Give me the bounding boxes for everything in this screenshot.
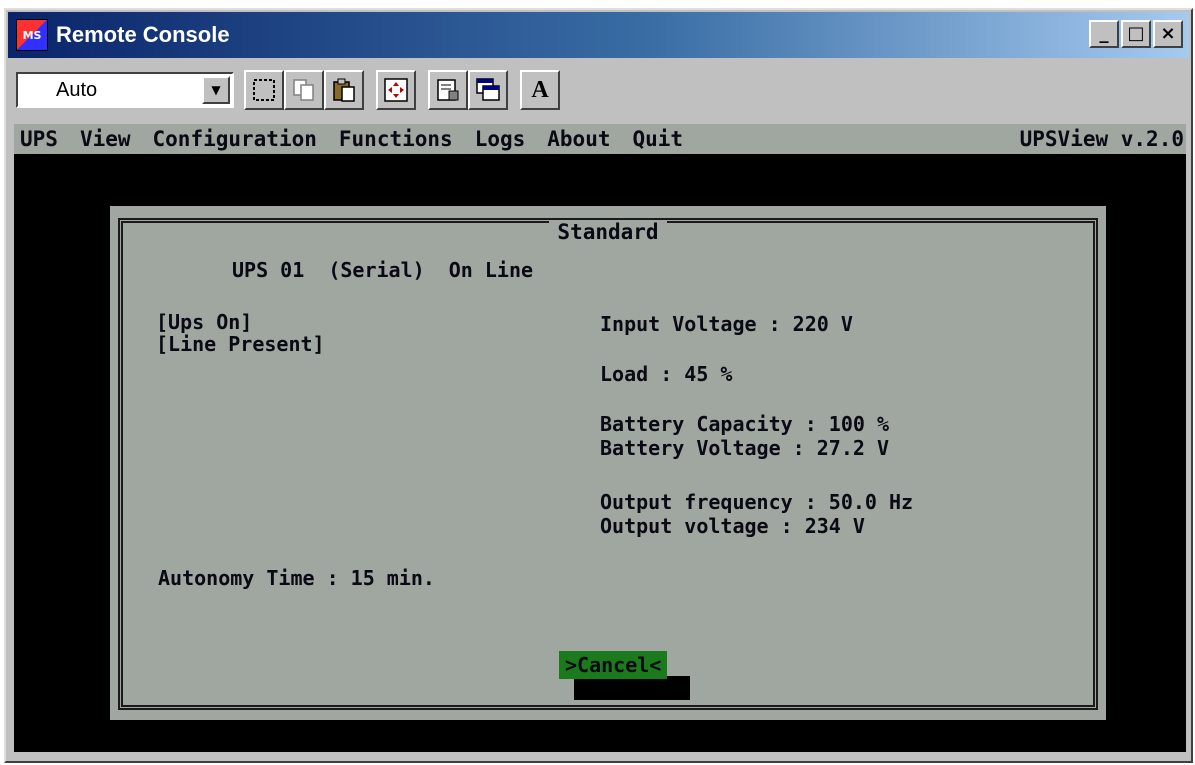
app-icon[interactable]: MS	[16, 19, 48, 51]
dialog-title: Standard	[123, 220, 1093, 244]
battery-voltage: Battery Voltage : 27.2 V	[600, 436, 889, 460]
remote-console-window: MS Remote Console _ □ × Auto ▼ A UPS Vie…	[4, 8, 1193, 763]
output-voltage: Output voltage : 234 V	[600, 514, 865, 538]
font-button-group: A	[520, 70, 560, 110]
minimize-button[interactable]: _	[1089, 20, 1119, 48]
menu-about[interactable]: About	[547, 127, 610, 151]
dialog-title-text: Standard	[549, 220, 667, 244]
window-controls: _ □ ×	[1089, 20, 1183, 48]
mark-icon	[253, 79, 275, 101]
font-icon: A	[531, 76, 549, 103]
console-screen[interactable]: UPS View Configuration Functions Logs Ab…	[14, 124, 1186, 752]
autonomy-time: Autonomy Time : 15 min.	[158, 566, 435, 590]
fullscreen-button[interactable]	[376, 70, 416, 110]
cancel-button[interactable]: >Cancel<	[559, 651, 668, 679]
background-button[interactable]	[468, 70, 508, 110]
font-button[interactable]: A	[520, 70, 560, 110]
view-button-group	[376, 70, 416, 110]
properties-button[interactable]	[428, 70, 468, 110]
dialog-frame: Standard	[118, 218, 1098, 710]
copy-button[interactable]	[284, 70, 324, 110]
load-value: Load : 45 %	[600, 362, 733, 386]
title-bar[interactable]: MS Remote Console _ □ ×	[8, 12, 1189, 58]
toolbar: Auto ▼ A	[8, 62, 1189, 118]
close-button[interactable]: ×	[1153, 20, 1183, 48]
paste-button[interactable]	[324, 70, 364, 110]
standard-dialog: Standard UPS 01 (Serial) On Line [Ups On…	[110, 206, 1106, 720]
paste-icon	[333, 78, 355, 102]
mode-select-value: Auto	[56, 78, 98, 101]
settings-button-group	[428, 70, 508, 110]
window-title: Remote Console	[56, 22, 230, 47]
menu-view[interactable]: View	[80, 127, 131, 151]
background-icon	[476, 78, 500, 101]
copy-icon	[293, 79, 314, 101]
fullscreen-icon	[384, 78, 408, 102]
menu-logs[interactable]: Logs	[475, 127, 526, 151]
status-line-present: [Line Present]	[156, 332, 325, 356]
menu-configuration[interactable]: Configuration	[153, 127, 317, 151]
version-label: UPSView v.2.0	[1019, 127, 1184, 151]
properties-icon	[437, 79, 459, 101]
menu-ups[interactable]: UPS	[20, 127, 58, 151]
status-ups-on: [Ups On]	[156, 310, 253, 334]
battery-capacity: Battery Capacity : 100 %	[600, 412, 889, 436]
maximize-button[interactable]: □	[1121, 20, 1151, 48]
output-frequency: Output frequency : 50.0 Hz	[600, 490, 914, 514]
edit-button-group	[244, 70, 364, 110]
dropdown-arrow-icon[interactable]: ▼	[202, 76, 230, 104]
menu-functions[interactable]: Functions	[339, 127, 453, 151]
ups-header: UPS 01 (Serial) On Line	[232, 258, 534, 282]
mark-button[interactable]	[244, 70, 284, 110]
cancel-button-shadow	[574, 676, 690, 700]
menu-quit[interactable]: Quit	[632, 127, 683, 151]
menu-bar: UPS View Configuration Functions Logs Ab…	[14, 124, 1186, 154]
input-voltage: Input Voltage : 220 V	[600, 312, 853, 336]
mode-select[interactable]: Auto ▼	[16, 72, 234, 108]
